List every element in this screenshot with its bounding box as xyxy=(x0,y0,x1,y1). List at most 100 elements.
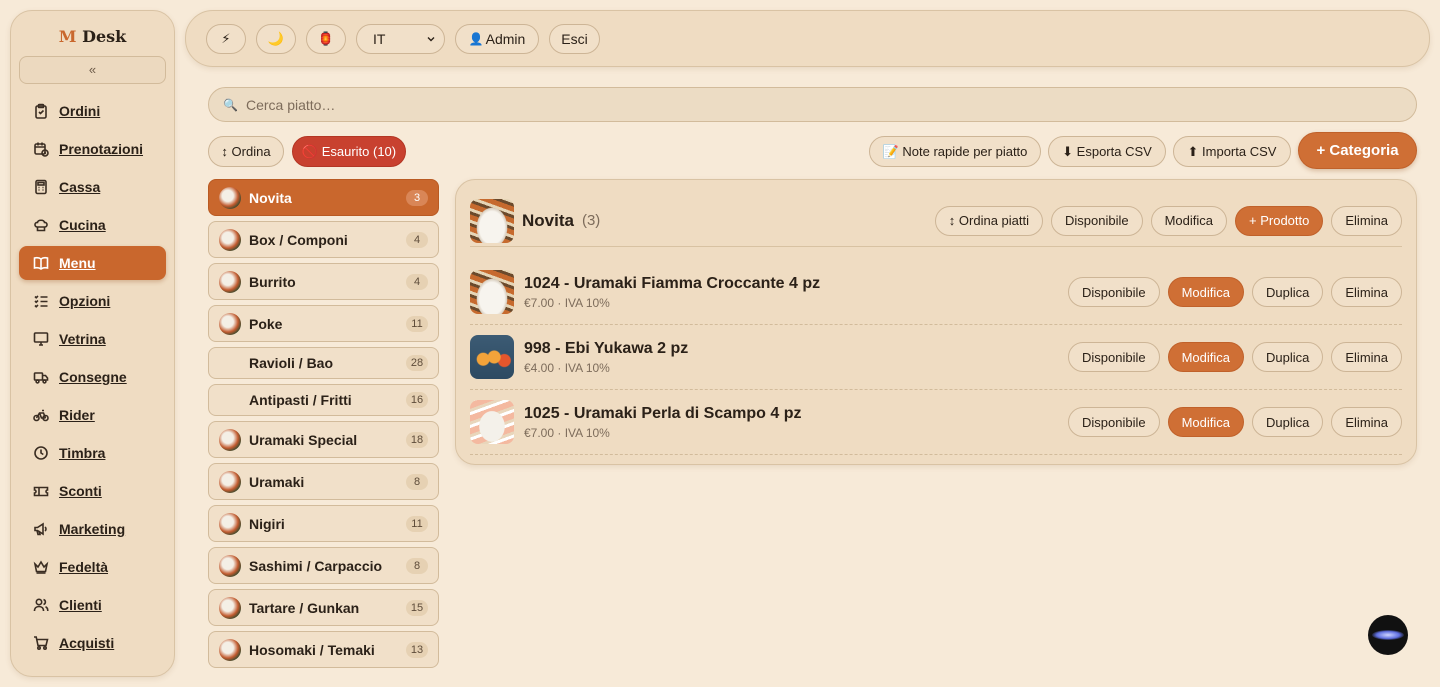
product-duplicate-button[interactable]: Duplica xyxy=(1252,277,1324,307)
sidebar-item-label: Fedeltà xyxy=(59,559,109,575)
product-name: 1024 - Uramaki Fiamma Croccante 4 pz xyxy=(524,274,821,292)
category-count-badge: 8 xyxy=(406,557,428,574)
language-select[interactable]: IT xyxy=(356,23,445,54)
category-name: Ravioli / Bao xyxy=(249,355,334,371)
dark-mode-button[interactable]: 🌙 xyxy=(256,23,296,54)
list-check-icon xyxy=(33,293,49,309)
sidebar-item-sconti[interactable]: Sconti xyxy=(19,474,166,508)
category-title: Novita xyxy=(522,210,574,230)
sidebar-item-label: Opzioni xyxy=(59,293,111,309)
product-delete-button[interactable]: Elimina xyxy=(1331,277,1402,307)
panel-header: Novita (3) ↕ Ordina piatti Disponibile M… xyxy=(470,195,1402,247)
chevron-down-icon xyxy=(427,36,435,41)
sidebar-item-ordini[interactable]: Ordini xyxy=(19,94,166,128)
add-category-button[interactable]: + Categoria xyxy=(1298,132,1417,169)
logout-button[interactable]: Esci xyxy=(549,23,600,54)
product-duplicate-button[interactable]: Duplica xyxy=(1252,342,1324,372)
category-item[interactable]: Novita 3 xyxy=(208,179,439,216)
category-item[interactable]: Uramaki 8 xyxy=(208,463,439,500)
product-delete-button[interactable]: Elimina xyxy=(1331,342,1402,372)
product-edit-button[interactable]: Modifica xyxy=(1167,407,1245,437)
product-name: 998 - Ebi Yukawa 2 pz xyxy=(524,339,689,357)
panel-actions: ↕ Ordina piatti Disponibile Modifica + P… xyxy=(927,205,1402,236)
product-edit-button[interactable]: Modifica xyxy=(1167,342,1245,372)
sidebar-item-vetrina[interactable]: Vetrina xyxy=(19,322,166,356)
category-count-badge: 18 xyxy=(406,431,428,448)
clock-icon xyxy=(33,445,49,461)
theme-button[interactable]: 🏮 xyxy=(306,23,346,54)
product-row: 1025 - Uramaki Perla di Scampo 4 pz €7.00… xyxy=(470,390,1402,455)
user-icon: 👤 xyxy=(468,31,484,46)
category-item[interactable]: Box / Componi 4 xyxy=(208,221,439,258)
category-count-badge: 11 xyxy=(406,315,428,332)
admin-button[interactable]: 👤 Admin xyxy=(455,23,539,54)
sidebar-item-timbra[interactable]: Timbra xyxy=(19,436,166,470)
sidebar-item-fedelt[interactable]: Fedeltà xyxy=(19,550,166,584)
ticket-icon xyxy=(33,483,49,499)
category-delete-button[interactable]: Elimina xyxy=(1331,205,1402,236)
product-available-button[interactable]: Disponibile xyxy=(1068,277,1160,307)
category-item[interactable]: Antipasti / Fritti 16 xyxy=(208,384,439,416)
export-csv-button[interactable]: ⬇ Esporta CSV xyxy=(1048,136,1166,167)
product-actions: Disponibile Modifica Duplica Elimina xyxy=(1060,407,1402,437)
quick-mode-button[interactable]: ⚡ xyxy=(206,23,246,54)
product-edit-button[interactable]: Modifica xyxy=(1167,277,1245,307)
soldout-filter-button[interactable]: 🚫 Esaurito (10) xyxy=(292,136,406,167)
flash-icon: ⚡ xyxy=(221,30,231,46)
logo-text: Desk xyxy=(82,27,127,46)
sidebar-item-consegne[interactable]: Consegne xyxy=(19,360,166,394)
category-thumbnail xyxy=(219,428,241,451)
collapse-sidebar-button[interactable]: « xyxy=(19,56,166,84)
sidebar-item-cucina[interactable]: Cucina xyxy=(19,208,166,242)
category-name: Poke xyxy=(249,315,283,332)
category-item[interactable]: Ravioli / Bao 28 xyxy=(208,347,439,379)
category-available-button[interactable]: Disponibile xyxy=(1051,205,1143,236)
sidebar-item-menu[interactable]: Menu xyxy=(19,246,166,280)
sidebar-item-label: Menu xyxy=(59,255,96,271)
lantern-icon: 🏮 xyxy=(317,30,335,46)
category-count-badge: 28 xyxy=(406,355,428,371)
megaphone-icon xyxy=(33,521,49,537)
category-name: Nigiri xyxy=(249,515,285,532)
search-icon: 🔍 xyxy=(223,97,238,112)
product-available-button[interactable]: Disponibile xyxy=(1068,342,1160,372)
product-available-button[interactable]: Disponibile xyxy=(1068,407,1160,437)
product-duplicate-button[interactable]: Duplica xyxy=(1252,407,1324,437)
search-input[interactable]: 🔍 Cerca piatto… xyxy=(208,87,1417,122)
sidebar-item-cassa[interactable]: Cassa xyxy=(19,170,166,204)
category-name: Hosomaki / Temaki xyxy=(249,641,375,658)
sidebar-item-label: Cucina xyxy=(59,217,106,233)
sort-dishes-button[interactable]: ↕ Ordina piatti xyxy=(934,205,1043,236)
sidebar-item-label: Ordini xyxy=(59,103,101,119)
sidebar-item-clienti[interactable]: Clienti xyxy=(19,588,166,622)
sidebar-item-label: Sconti xyxy=(59,483,102,499)
category-name: Antipasti / Fritti xyxy=(249,392,352,408)
quick-notes-button[interactable]: 📝 Note rapide per piatto xyxy=(869,136,1041,167)
category-count-badge: 16 xyxy=(406,392,428,408)
sidebar-item-prenotazioni[interactable]: Prenotazioni xyxy=(19,132,166,166)
sidebar-item-opzioni[interactable]: Opzioni xyxy=(19,284,166,318)
add-product-button[interactable]: + Prodotto xyxy=(1235,205,1324,236)
sidebar-item-acquisti[interactable]: Acquisti xyxy=(19,626,166,660)
sidebar-item-marketing[interactable]: Marketing xyxy=(19,512,166,546)
product-info: 998 - Ebi Yukawa 2 pz €4.00 · IVA 10% xyxy=(524,340,688,375)
sidebar-item-rider[interactable]: Rider xyxy=(19,398,166,432)
category-item[interactable]: Nigiri 11 xyxy=(208,505,439,542)
product-thumbnail xyxy=(470,400,514,444)
product-delete-button[interactable]: Elimina xyxy=(1331,407,1402,437)
category-item[interactable]: Poke 11 xyxy=(208,305,439,342)
category-item[interactable]: Tartare / Gunkan 15 xyxy=(208,589,439,626)
category-item[interactable]: Uramaki Special 18 xyxy=(208,421,439,458)
product-info: 1024 - Uramaki Fiamma Croccante 4 pz €7.0… xyxy=(524,275,820,310)
app-logo[interactable]: M Desk xyxy=(11,27,174,46)
sidebar-item-label: Consegne xyxy=(59,369,127,385)
import-csv-button[interactable]: ⬆ Importa CSV xyxy=(1173,136,1291,167)
category-item[interactable]: Burrito 4 xyxy=(208,263,439,300)
assistant-button[interactable] xyxy=(1368,615,1408,655)
category-name: Sashimi / Carpaccio xyxy=(249,557,383,574)
category-edit-button[interactable]: Modifica xyxy=(1150,205,1228,236)
category-item[interactable]: Sashimi / Carpaccio 8 xyxy=(208,547,439,584)
truck-icon xyxy=(33,369,49,385)
category-item[interactable]: Hosomaki / Temaki 13 xyxy=(208,631,439,668)
sort-button[interactable]: ↕ Ordina xyxy=(208,136,284,167)
